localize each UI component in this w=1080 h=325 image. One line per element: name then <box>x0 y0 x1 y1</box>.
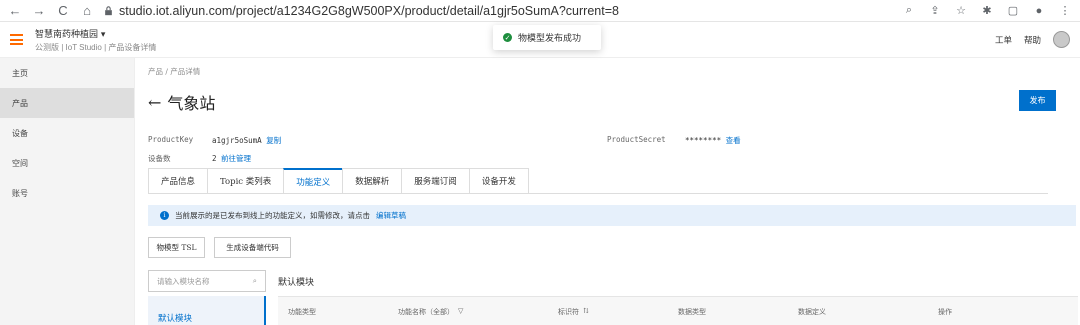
device-count-value: 2 <box>212 154 217 163</box>
generate-code-button[interactable]: 生成设备端代码 <box>214 237 291 258</box>
extension-icon[interactable]: ✱ <box>980 4 994 18</box>
back-arrow-icon[interactable]: ← <box>8 3 22 18</box>
browser-toolbar: ← → C ⌂ studio.iot.aliyun.com/project/a1… <box>0 0 1080 22</box>
product-key-value: a1gjr5oSumA <box>212 136 262 145</box>
app-header: 智慧南药种植园 ▾ 公测版 | IoT Studio | 产品设备详情 ✓ 物模… <box>0 22 1080 58</box>
info-banner: i 当前展示的是已发布到线上的功能定义，如需修改，请点击 编辑草稿 <box>148 205 1076 226</box>
success-toast: ✓ 物模型发布成功 <box>493 25 601 50</box>
sidebar-item-space[interactable]: 空间 <box>0 148 134 178</box>
page-title: 气象站 <box>167 94 216 113</box>
view-secret-link[interactable]: 查看 <box>726 136 741 145</box>
profile-icon[interactable]: ● <box>1032 4 1046 18</box>
sidebar-item-home[interactable]: 主页 <box>0 58 134 88</box>
edit-draft-link[interactable]: 编辑草稿 <box>376 210 406 221</box>
home-icon[interactable]: ⌂ <box>80 3 94 18</box>
table-header: 功能类型 功能名称（全部） ▽ 标识符 ⇅ 数据类型 数据定义 操作 <box>278 296 1078 325</box>
work-order-link[interactable]: 工单 <box>995 34 1012 46</box>
manage-devices-link[interactable]: 前往管理 <box>221 154 251 163</box>
tsl-button[interactable]: 物模型 TSL <box>148 237 205 258</box>
product-secret-label: ProductSecret <box>607 135 666 144</box>
address-bar[interactable]: studio.iot.aliyun.com/project/a1234G2G8g… <box>104 2 892 20</box>
tab-function-definition[interactable]: 功能定义 <box>283 168 344 193</box>
info-icon: i <box>160 211 169 220</box>
th-identifier-label: 标识符 <box>558 307 579 316</box>
search-icon: ⌕ <box>252 276 257 285</box>
zoom-icon[interactable]: ⌕ <box>902 4 916 18</box>
sidebar: 主页 产品 设备 空间 账号 <box>0 58 135 325</box>
th-actions: 操作 <box>938 307 952 316</box>
copy-link[interactable]: 复制 <box>266 136 281 145</box>
sidebar-item-product[interactable]: 产品 <box>0 88 134 118</box>
share-icon[interactable]: ⇪ <box>928 4 942 18</box>
tab-product-info[interactable]: 产品信息 <box>148 168 209 193</box>
filter-icon[interactable]: ▽ <box>458 307 463 317</box>
device-count-label: 设备数 <box>148 154 171 163</box>
tab-server-subscription[interactable]: 服务端订阅 <box>401 168 470 193</box>
help-link[interactable]: 帮助 <box>1024 34 1041 46</box>
brand-subtitle: 公测版 | IoT Studio | 产品设备详情 <box>35 42 157 52</box>
sidepanel-icon[interactable]: ▢ <box>1006 4 1020 18</box>
module-title: 默认模块 <box>278 278 315 288</box>
info-text: 当前展示的是已发布到线上的功能定义，如需修改，请点击 <box>175 211 370 220</box>
th-function-name[interactable]: 功能名称（全部） ▽ <box>388 307 548 317</box>
module-search-input[interactable]: 请输入模块名称 ⌕ <box>148 270 266 292</box>
th-function-name-label: 功能名称（全部） <box>398 307 454 316</box>
lock-icon <box>105 5 112 15</box>
avatar[interactable] <box>1053 31 1070 48</box>
tab-device-development[interactable]: 设备开发 <box>468 168 529 193</box>
th-function-type: 功能类型 <box>288 307 316 316</box>
sort-icon[interactable]: ⇅ <box>583 307 589 317</box>
th-identifier[interactable]: 标识符 ⇅ <box>548 307 668 317</box>
check-icon: ✓ <box>503 33 512 42</box>
product-secret-value: ******** <box>685 136 722 145</box>
tab-topic-list[interactable]: Topic 类列表 <box>207 168 285 193</box>
menu-dots-icon[interactable]: ⋮ <box>1058 4 1072 18</box>
th-data-type: 数据类型 <box>678 307 706 316</box>
star-icon[interactable]: ☆ <box>954 4 968 18</box>
tab-bar: 产品信息 Topic 类列表 功能定义 数据解析 服务端订阅 设备开发 <box>148 168 1048 194</box>
sidebar-item-account[interactable]: 账号 <box>0 178 134 208</box>
hamburger-menu-icon[interactable] <box>10 34 23 45</box>
product-key-label: ProductKey <box>148 135 194 144</box>
back-arrow-icon[interactable]: ← <box>148 93 161 112</box>
brand[interactable]: 智慧南药种植园 ▾ 公测版 | IoT Studio | 产品设备详情 <box>35 27 156 53</box>
publish-button[interactable]: 发布 <box>1019 90 1056 111</box>
reload-icon[interactable]: C <box>56 3 70 18</box>
module-search-placeholder: 请输入模块名称 <box>157 276 210 286</box>
breadcrumb: 产品 / 产品详情 <box>148 67 201 76</box>
forward-arrow-icon[interactable]: → <box>32 3 46 18</box>
main-content: 产品 / 产品详情 ← 气象站 发布 ProductKey a1gjr5oSum… <box>135 58 1080 325</box>
th-data-definition: 数据定义 <box>798 307 826 316</box>
toast-message: 物模型发布成功 <box>518 33 582 43</box>
sidebar-item-device[interactable]: 设备 <box>0 118 134 148</box>
url-text: studio.iot.aliyun.com/project/a1234G2G8g… <box>119 3 619 18</box>
module-list-item[interactable]: 默认模块 <box>148 296 266 325</box>
project-name: 智慧南药种植园 ▾ <box>35 29 106 40</box>
tab-data-parsing[interactable]: 数据解析 <box>342 168 403 193</box>
